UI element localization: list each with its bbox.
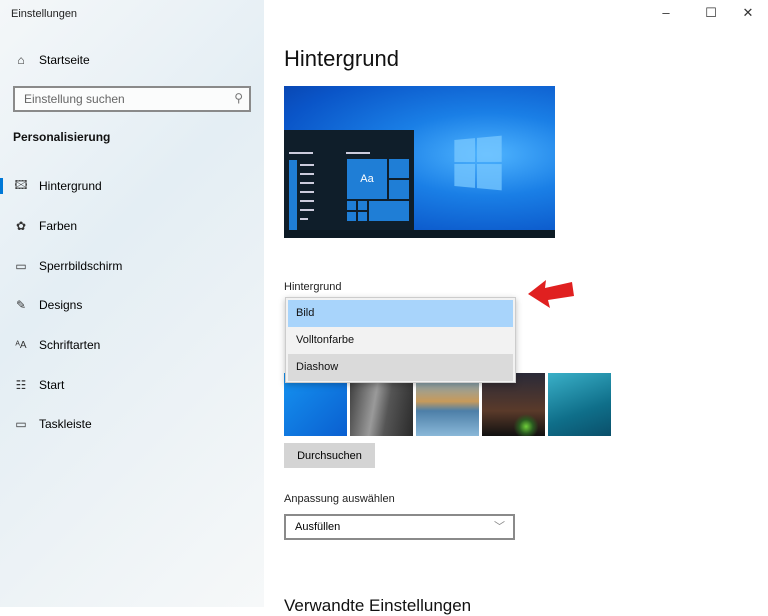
sidebar-item-hintergrund[interactable]: 🖾 Hintergrund <box>0 171 264 201</box>
sidebar-item-schriftarten[interactable]: ᴬA Schriftarten <box>0 330 264 360</box>
palette-icon: ✿ <box>15 219 27 233</box>
start-icon: ☷ <box>15 378 27 392</box>
taskbar-icon: ▭ <box>15 417 27 431</box>
section-heading: Personalisierung <box>13 130 111 144</box>
fit-select[interactable]: Ausfüllen ﹀ <box>284 514 515 540</box>
page-title: Hintergrund <box>284 46 399 71</box>
background-dropdown-list[interactable]: Bild Volltonfarbe Diashow <box>285 297 516 383</box>
sidebar-item-taskleiste[interactable]: ▭ Taskleiste <box>0 409 264 439</box>
sidebar-home[interactable]: ⌂ Startseite <box>13 52 90 68</box>
search-placeholder: Einstellung suchen <box>24 92 125 106</box>
option-volltonfarbe[interactable]: Volltonfarbe <box>288 327 513 354</box>
maximize-icon[interactable]: ☐ <box>701 5 721 21</box>
thumbnail-underwater[interactable] <box>548 373 611 436</box>
fit-value: Ausfüllen <box>295 521 341 533</box>
sidebar-item-label: Hintergrund <box>39 179 102 193</box>
sidebar-item-label: Sperrbildschirm <box>39 259 123 273</box>
background-preview: Aa <box>284 86 555 238</box>
taskbar-preview <box>284 230 555 238</box>
sidebar-item-designs[interactable]: ✎ Designs <box>0 290 264 320</box>
fit-label: Anpassung auswählen <box>284 493 395 505</box>
font-icon: ᴬA <box>15 339 27 351</box>
home-label: Startseite <box>39 53 90 67</box>
close-icon[interactable]: ✕ <box>738 5 758 21</box>
sidebar-item-label: Start <box>39 378 65 392</box>
sidebar: Einstellungen ⌂ Startseite Einstellung s… <box>0 0 264 607</box>
related-settings-heading: Verwandte Einstellungen <box>284 596 472 615</box>
tile-aa: Aa <box>346 158 388 200</box>
search-icon[interactable]: ⚲ <box>234 91 243 105</box>
sidebar-item-label: Designs <box>39 298 83 312</box>
option-bild[interactable]: Bild <box>288 300 513 327</box>
start-menu-preview: Aa <box>284 130 414 230</box>
app-title: Einstellungen <box>11 8 78 20</box>
sidebar-item-label: Taskleiste <box>39 417 92 431</box>
brush-icon: ✎ <box>15 298 27 312</box>
picture-icon: 🖾 <box>14 177 28 192</box>
home-icon: ⌂ <box>17 53 25 67</box>
background-label: Hintergrund <box>284 281 342 293</box>
search-input[interactable]: Einstellung suchen ⚲ <box>13 86 251 112</box>
browse-button[interactable]: Durchsuchen <box>284 443 375 468</box>
red-arrow-annotation <box>528 280 574 308</box>
sidebar-item-label: Schriftarten <box>39 338 101 352</box>
lock-screen-icon: ▭ <box>15 259 27 273</box>
chevron-down-icon: ﹀ <box>494 521 505 533</box>
minimize-icon[interactable]: – <box>656 5 676 20</box>
sidebar-item-sperrbildschirm[interactable]: ▭ Sperrbildschirm <box>0 251 264 281</box>
sidebar-item-farben[interactable]: ✿ Farben <box>0 211 264 241</box>
option-diashow[interactable]: Diashow <box>288 354 513 381</box>
windows-logo <box>454 135 502 191</box>
sidebar-item-start[interactable]: ☷ Start <box>0 370 264 400</box>
main-content: – ☐ ✕ Hintergrund Aa Hintergrund Bild Vo… <box>264 0 768 615</box>
sidebar-item-label: Farben <box>39 219 78 233</box>
